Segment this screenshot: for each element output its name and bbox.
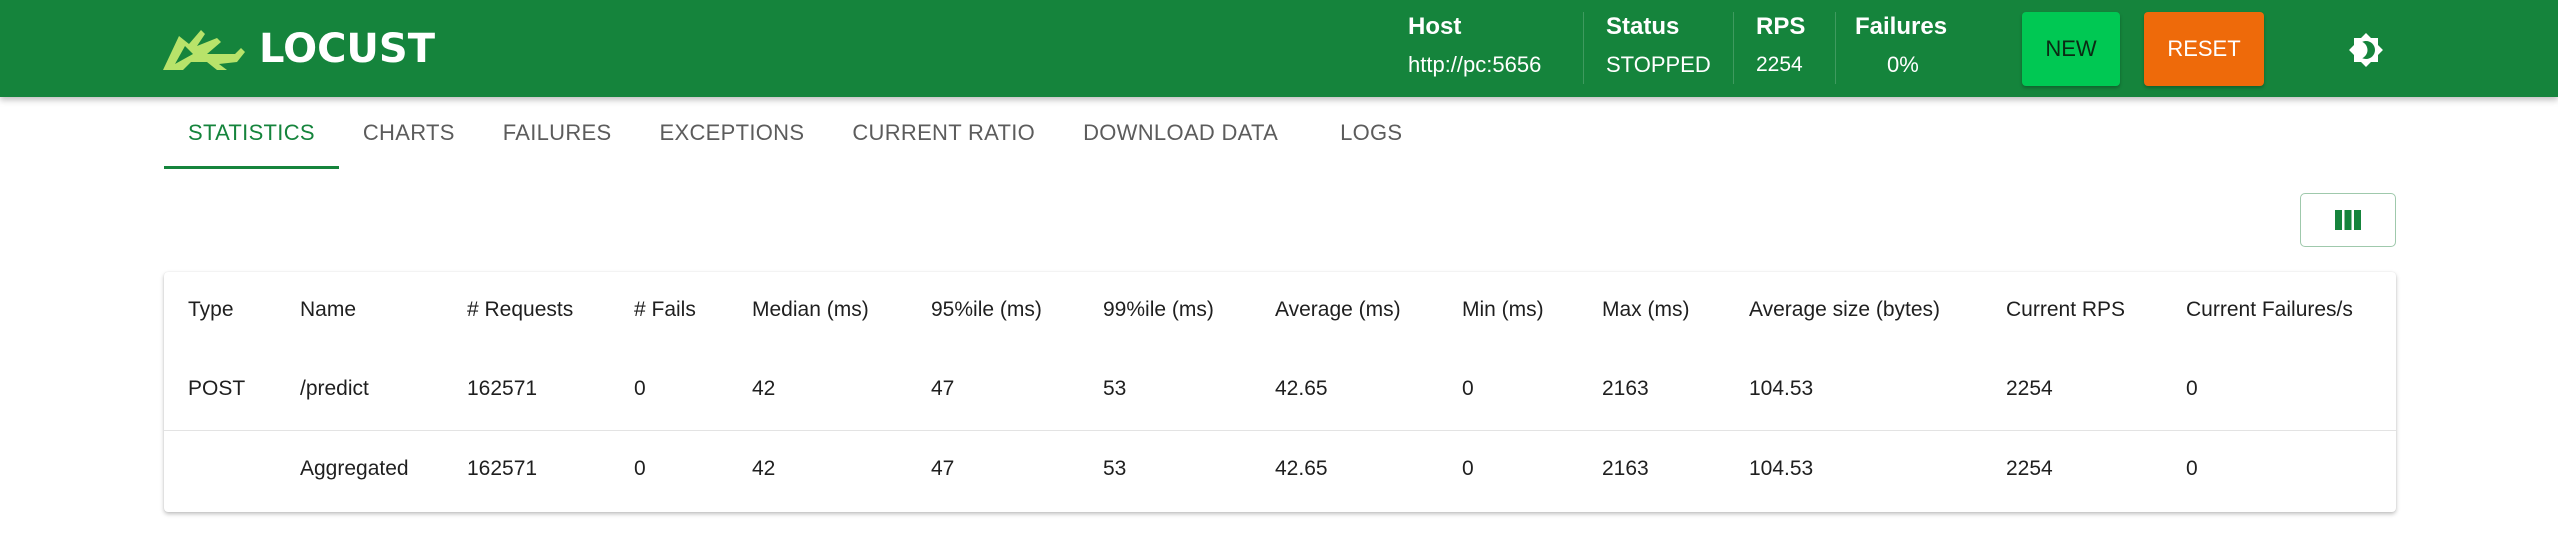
view-column-icon <box>2335 210 2361 230</box>
table-cell: 0 <box>634 376 646 400</box>
table-cell: 47 <box>931 376 955 400</box>
table-cell: 0 <box>1462 376 1474 400</box>
table-cell: 53 <box>1079 429 1251 508</box>
new-test-button[interactable]: NEW <box>2022 12 2120 86</box>
rps-stat: RPS 2254 <box>1756 10 1805 87</box>
tab-exceptions[interactable]: EXCEPTIONS <box>636 97 829 169</box>
status-label: Status <box>1606 13 1680 40</box>
reset-stats-button[interactable]: RESET <box>2144 12 2264 86</box>
table-cell: 2254 <box>1982 429 2162 508</box>
statistics-table: Type Name # Requests # Fails Median (ms)… <box>164 272 2396 508</box>
column-header[interactable]: Min (ms) <box>1438 272 1578 348</box>
column-header[interactable]: # Fails <box>610 272 728 348</box>
column-header[interactable]: 99%ile (ms) <box>1079 272 1251 348</box>
table-cell: 42 <box>752 376 776 400</box>
table-cell: /predict <box>300 376 369 400</box>
stat-divider <box>1583 12 1584 84</box>
column-header[interactable]: Max (ms) <box>1578 272 1725 348</box>
rps-value: 2254 <box>1756 53 1803 76</box>
table-cell: 47 <box>907 429 1079 508</box>
tab-current-ratio[interactable]: CURRENT RATIO <box>828 97 1059 169</box>
column-header[interactable]: Current Failures/s <box>2162 272 2396 348</box>
table-row: POST /predict 162571 0 42 47 53 42.65 0 … <box>164 348 2396 430</box>
table-header-row: Type Name # Requests # Fails Median (ms)… <box>164 272 2396 348</box>
table-cell: 162571 <box>443 429 610 508</box>
theme-toggle-button[interactable] <box>2346 30 2386 70</box>
table-cell: 104.53 <box>1749 376 1814 400</box>
host-value: http://pc:5656 <box>1408 52 1542 77</box>
column-header[interactable]: Type <box>164 272 276 348</box>
table-cell: 42 <box>728 429 907 508</box>
stat-divider <box>1835 12 1836 84</box>
table-cell: 2163 <box>1602 376 1649 400</box>
host-stat: Host http://pc:5656 <box>1408 10 1541 87</box>
table-cell: 162571 <box>467 376 538 400</box>
table-cell: 0 <box>2186 376 2198 400</box>
status-value: STOPPED <box>1606 52 1711 77</box>
table-cell: 104.53 <box>1725 429 1982 508</box>
column-header[interactable]: Name <box>276 272 443 348</box>
tab-charts[interactable]: CHARTS <box>339 97 479 169</box>
table-cell: POST <box>188 376 246 400</box>
brightness-icon <box>2349 33 2383 67</box>
rps-label: RPS <box>1756 13 1806 40</box>
tab-statistics[interactable]: STATISTICS <box>164 97 339 169</box>
tab-download-data[interactable]: DOWNLOAD DATA <box>1059 97 1302 169</box>
table-cell: Aggregated <box>276 429 443 508</box>
column-header[interactable]: Average (ms) <box>1251 272 1438 348</box>
column-header[interactable]: 95%ile (ms) <box>907 272 1079 348</box>
status-stat: Status STOPPED <box>1606 10 1711 87</box>
column-header[interactable]: Average size (bytes) <box>1725 272 1982 348</box>
locust-logo: LOCUST <box>161 26 435 72</box>
table-cell: 42.65 <box>1275 376 1328 400</box>
table-cell: 0 <box>1438 429 1578 508</box>
failures-label: Failures <box>1855 13 1948 40</box>
brand-name: LOCUST <box>259 26 435 72</box>
host-label: Host <box>1408 13 1462 40</box>
table-cell: 0 <box>610 429 728 508</box>
table-cell: 2163 <box>1578 429 1725 508</box>
table-cell: 0 <box>2162 429 2396 508</box>
statistics-table-card: Type Name # Requests # Fails Median (ms)… <box>164 272 2396 512</box>
failures-value: 0% <box>1887 52 1919 77</box>
table-cell: 2254 <box>2006 376 2053 400</box>
column-header[interactable]: Median (ms) <box>728 272 907 348</box>
column-header[interactable]: Current RPS <box>1982 272 2162 348</box>
column-header[interactable]: # Requests <box>443 272 610 348</box>
aggregated-row: Aggregated 162571 0 42 47 53 42.65 0 216… <box>164 429 2396 508</box>
tab-logs[interactable]: LOGS <box>1302 97 1426 169</box>
tab-failures[interactable]: FAILURES <box>479 97 636 169</box>
locust-logo-icon <box>163 30 245 70</box>
column-selector-button[interactable] <box>2300 193 2396 247</box>
main-tabs: STATISTICS CHARTS FAILURES EXCEPTIONS CU… <box>164 97 1426 169</box>
table-cell: 53 <box>1103 376 1127 400</box>
top-header: LOCUST Host http://pc:5656 Status STOPPE… <box>0 0 2558 97</box>
table-cell <box>164 429 276 508</box>
table-cell: 42.65 <box>1251 429 1438 508</box>
stat-divider <box>1733 12 1734 84</box>
failures-stat: Failures 0% <box>1855 10 1947 87</box>
